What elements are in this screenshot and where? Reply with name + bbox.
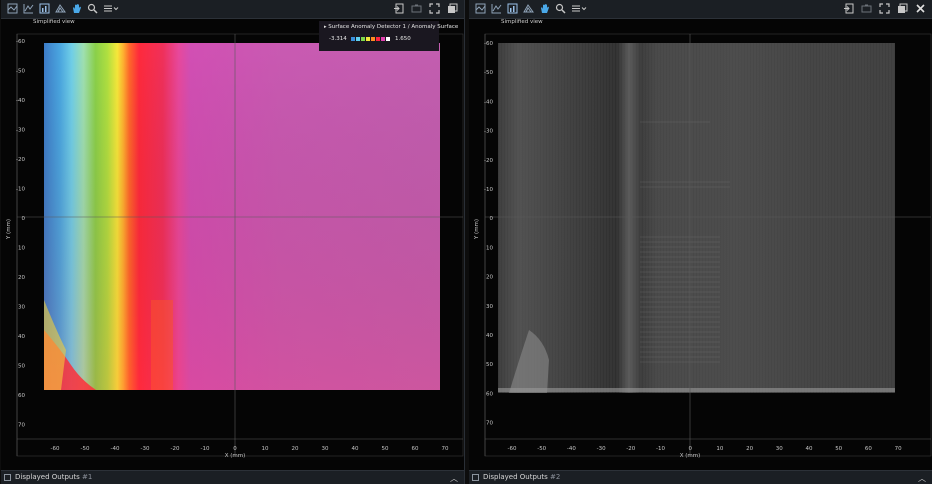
y-tick-label: 20 (18, 275, 25, 281)
x-tick-label: 10 (262, 446, 269, 452)
displayed-outputs-bar[interactable]: Displayed Outputs #2 ︿ (469, 470, 932, 484)
y-tick-label: -30 (16, 128, 25, 134)
y-tick-label: 50 (18, 364, 25, 370)
anomaly-surface-plot[interactable]: -60 -50 -40 -30 -20 -10 0 10 20 30 40 50 60 70 -60 -50… (1, 0, 464, 471)
legend-title: Surface Anomaly Detector 1 / Anomaly Sur… (328, 24, 459, 30)
x-tick-label: 30 (776, 446, 783, 452)
x-tick-label: -20 (171, 446, 180, 452)
y-tick-label: -60 (16, 39, 25, 45)
y-tick-label: -10 (484, 187, 493, 193)
x-tick-label: -40 (567, 446, 576, 452)
x-tick-label: -40 (111, 446, 120, 452)
displayed-outputs-bar[interactable]: Displayed Outputs #1 ︿ (1, 470, 464, 484)
window-icon (4, 474, 11, 481)
intensity-surface-plot[interactable]: -60 -50 -40 -30 -20 -10 0 10 20 30 40 50 60 70 -60 -50… (469, 0, 932, 471)
output-number: #1 (81, 473, 93, 481)
legend-swatch (366, 37, 370, 41)
y-tick-label: 0 (22, 216, 26, 222)
x-tick-label: 40 (806, 446, 813, 452)
y-tick-label: -30 (484, 129, 493, 135)
output-panel-2: Simplified view -60 -50 -40 -30 -20 -10 … (469, 0, 932, 484)
x-tick-label: -20 (626, 446, 635, 452)
color-legend: ▸ Surface Anomaly Detector 1 / Anomaly S… (319, 21, 458, 51)
y-tick-label: -20 (16, 157, 25, 163)
x-tick-label: -60 (508, 446, 517, 452)
y-tick-label: 50 (486, 362, 493, 368)
x-tick-label: 0 (233, 446, 237, 452)
x-tick-label: 70 (895, 446, 902, 452)
y-tick-label: -50 (484, 70, 493, 76)
y-tick-label: 20 (486, 275, 493, 281)
window-icon (472, 474, 479, 481)
legend-swatch (381, 37, 385, 41)
y-tick-label: 30 (486, 304, 493, 310)
x-axis-label: X (mm) (225, 453, 246, 459)
y-tick-label: 60 (486, 391, 493, 397)
x-tick-label: 50 (835, 446, 842, 452)
y-axis-label: Y (mm) (474, 219, 480, 240)
x-axis-label: X (mm) (680, 453, 701, 459)
x-tick-label: 0 (688, 446, 692, 452)
y-tick-label: 10 (18, 246, 25, 252)
x-tick-label: 40 (352, 446, 359, 452)
displayed-outputs-label: Displayed Outputs (483, 473, 548, 481)
y-tick-label: -10 (16, 187, 25, 193)
output-number: #2 (549, 473, 561, 481)
legend-swatch (371, 37, 375, 41)
y-tick-label: -40 (484, 99, 493, 105)
output-panel-1: Simplified view -60 -50 -40 -30 -20 -10 … (1, 0, 465, 484)
y-tick-label: -60 (484, 41, 493, 47)
y-tick-label: -40 (16, 98, 25, 104)
x-tick-label: -50 (81, 446, 90, 452)
legend-swatch (351, 37, 355, 41)
chevron-up-icon[interactable]: ︿ (450, 473, 458, 484)
legend-swatch (376, 37, 380, 41)
x-tick-label: 70 (442, 446, 449, 452)
y-tick-label: 70 (18, 423, 25, 429)
x-tick-label: 60 (412, 446, 419, 452)
anomaly-surface-image (44, 43, 440, 390)
y-tick-label: 40 (486, 333, 493, 339)
x-tick-label: -10 (656, 446, 665, 452)
x-tick-label: -60 (51, 446, 60, 452)
x-tick-label: -30 (597, 446, 606, 452)
legend-min-value: -3.314 (329, 36, 347, 42)
y-tick-label: 70 (486, 421, 493, 427)
displayed-outputs-label: Displayed Outputs (15, 473, 80, 481)
y-tick-label: -20 (484, 158, 493, 164)
legend-swatch (386, 37, 390, 41)
legend-expand-icon[interactable]: ▸ (324, 24, 327, 30)
x-tick-label: 20 (746, 446, 753, 452)
y-tick-label: 60 (18, 393, 25, 399)
x-tick-label: -10 (201, 446, 210, 452)
y-tick-label: 30 (18, 305, 25, 311)
intensity-surface-image (498, 43, 895, 393)
y-axis-label: Y (mm) (6, 219, 12, 240)
legend-max-value: 1.650 (395, 36, 411, 42)
y-tick-label: 40 (18, 334, 25, 340)
x-tick-label: 30 (322, 446, 329, 452)
y-tick-label: -50 (16, 69, 25, 75)
legend-swatch (356, 37, 360, 41)
x-tick-label: 60 (865, 446, 872, 452)
x-tick-label: -50 (537, 446, 546, 452)
x-tick-label: 20 (292, 446, 299, 452)
x-tick-label: 50 (382, 446, 389, 452)
chevron-up-icon[interactable]: ︿ (918, 473, 926, 484)
y-tick-label: 0 (490, 216, 494, 222)
legend-swatch (361, 37, 365, 41)
y-tick-label: 10 (486, 245, 493, 251)
x-tick-label: -30 (141, 446, 150, 452)
x-tick-label: 10 (716, 446, 723, 452)
